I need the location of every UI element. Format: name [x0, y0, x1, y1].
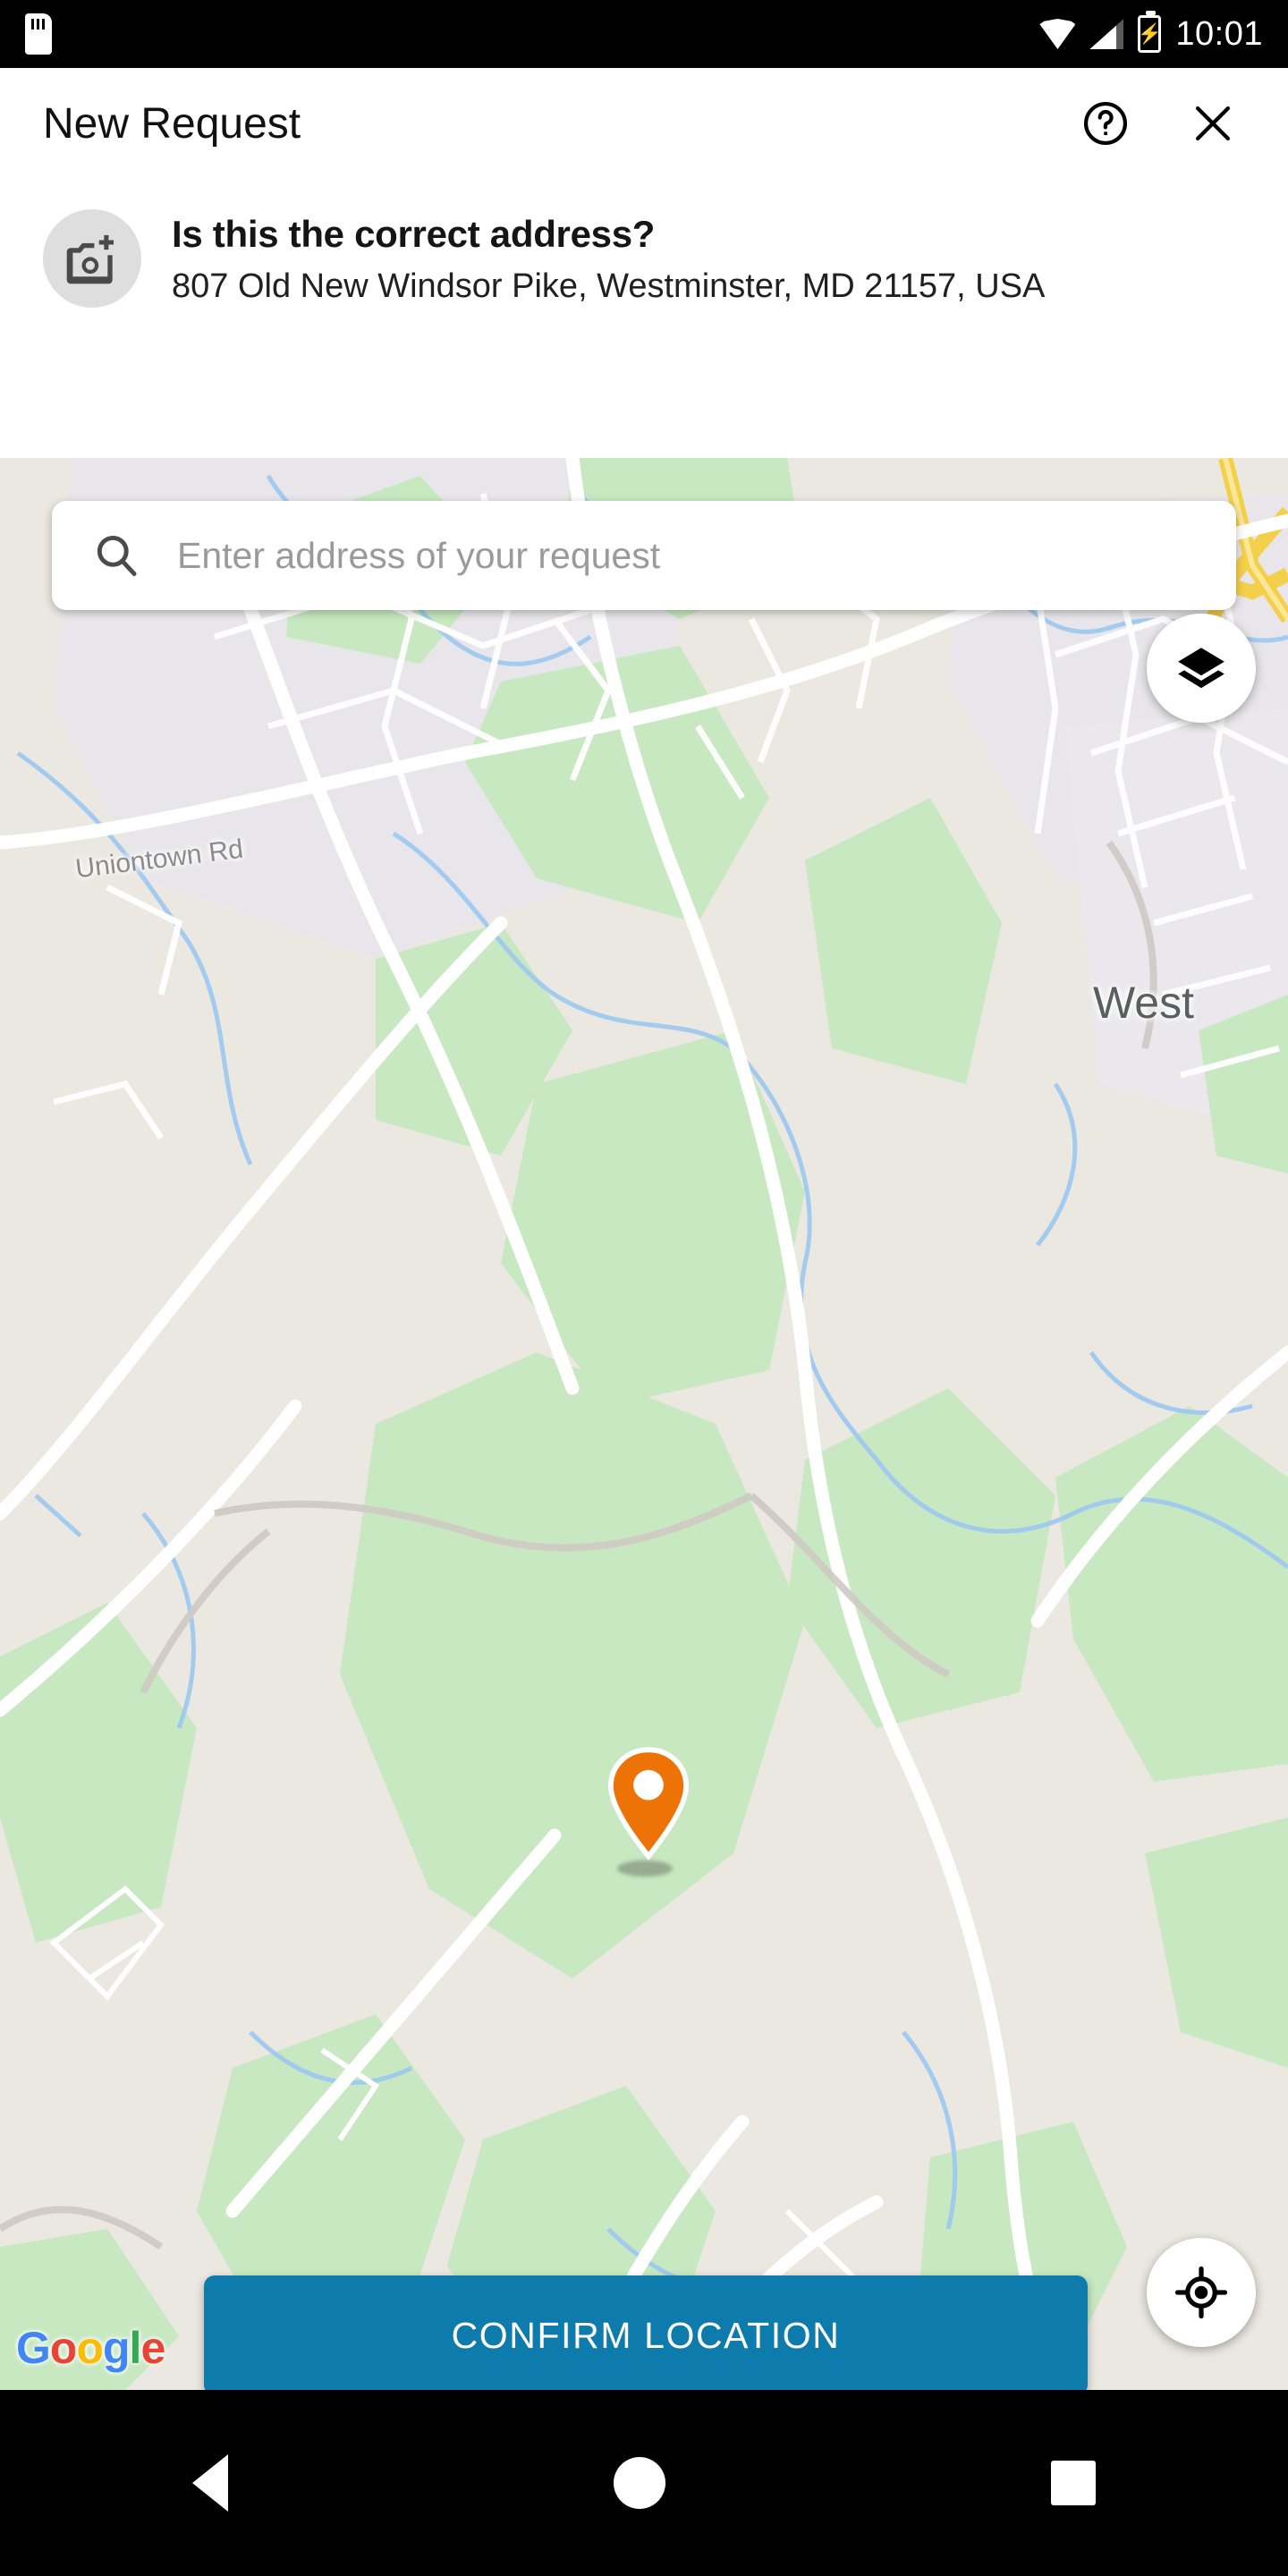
nav-recents-icon[interactable]: [1050, 2461, 1096, 2505]
google-attribution: Google: [16, 2322, 165, 2374]
location-pin-marker[interactable]: [606, 1744, 691, 1862]
wifi-icon: [1039, 19, 1076, 49]
map-layers-icon: [1178, 648, 1224, 689]
sd-card-icon: [25, 13, 52, 55]
cellular-signal-icon: [1089, 19, 1123, 49]
search-placeholder: Enter address of your request: [177, 534, 661, 576]
nav-back-icon[interactable]: [192, 2454, 229, 2512]
status-bar-right: ⚡ 10:01: [1039, 11, 1263, 54]
prompt-address: 807 Old New Windsor Pike, Westminster, M…: [172, 267, 1046, 305]
android-navigation-bar: [0, 2390, 1288, 2576]
app-bar: New Request: [0, 68, 1288, 179]
status-bar: ⚡ 10:01: [0, 0, 1288, 68]
search-icon: [97, 535, 137, 576]
location-pin-icon: [607, 1747, 690, 1860]
address-confirmation-prompt: Is this the correct address? 807 Old New…: [0, 179, 1288, 458]
map-layers-button[interactable]: [1147, 614, 1256, 723]
google-letter-g1: G: [16, 2323, 51, 2373]
map-canvas: [0, 458, 1288, 2390]
status-bar-left: [25, 13, 52, 55]
close-icon[interactable]: [1181, 91, 1245, 156]
battery-charging-icon: ⚡: [1138, 11, 1162, 53]
confirm-location-button[interactable]: CONFIRM LOCATION: [204, 2275, 1088, 2395]
page-title: New Request: [43, 99, 301, 148]
prompt-question: Is this the correct address?: [172, 213, 656, 255]
my-location-button[interactable]: [1147, 2238, 1256, 2347]
google-letter-o2: o: [76, 2323, 104, 2373]
search-input[interactable]: Enter address of your request: [52, 501, 1236, 610]
map-view[interactable]: Uniontown Rd West Enter address of your …: [0, 458, 1288, 2390]
help-circle-icon[interactable]: [1073, 91, 1138, 156]
my-location-icon: [1174, 2266, 1228, 2319]
app-screen: ⚡ 10:01 New Request Is this the correct …: [0, 0, 1288, 2576]
google-letter-l: l: [129, 2323, 142, 2373]
google-letter-o1: o: [49, 2323, 78, 2373]
nav-home-icon[interactable]: [613, 2457, 665, 2509]
avatar[interactable]: [43, 209, 141, 308]
google-letter-g2: g: [103, 2323, 131, 2373]
prompt-text: Is this the correct address? 807 Old New…: [172, 209, 1045, 458]
app-bar-actions: [1073, 91, 1245, 156]
add-a-photo-icon: [66, 234, 114, 284]
marker-shadow: [617, 1860, 673, 1877]
map-city-label: West: [1093, 978, 1194, 1028]
status-bar-clock: 10:01: [1175, 14, 1263, 53]
google-letter-e: e: [140, 2323, 165, 2373]
